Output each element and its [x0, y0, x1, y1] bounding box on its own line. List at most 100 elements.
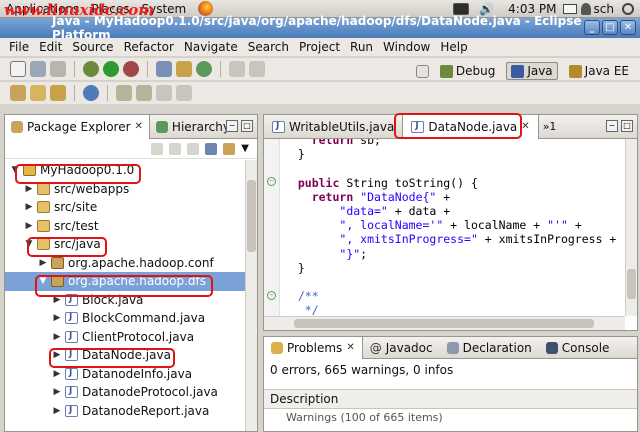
tree-item-datanode-java[interactable]: ▶ DataNode.java	[5, 346, 257, 365]
minimize-view-button[interactable]: −	[226, 120, 238, 132]
tree-item-datanodeprotocol-java[interactable]: ▶ DatanodeProtocol.java	[5, 383, 257, 402]
toggle-breadcrumb-icon[interactable]	[249, 61, 265, 77]
expand-toggle-icon[interactable]: ▶	[51, 350, 63, 360]
print-icon[interactable]	[50, 61, 66, 77]
mail-icon[interactable]	[562, 3, 577, 14]
tree-item-org-apache-hadoop-dfs[interactable]: ▼ org.apache.hadoop.dfs	[5, 272, 257, 291]
expand-toggle-icon[interactable]: ▶	[51, 332, 63, 342]
tree-item-src-test[interactable]: ▶ src/test	[5, 217, 257, 236]
close-tab-icon[interactable]: ✕	[346, 342, 354, 353]
tab-writableutils-java[interactable]: WritableUtils.java	[264, 115, 402, 139]
code-line[interactable]: */	[284, 303, 319, 316]
editor-horizontal-scrollbar[interactable]	[264, 316, 625, 330]
code-line[interactable]: "}";	[284, 247, 367, 261]
expand-toggle-icon[interactable]: ▶	[51, 295, 63, 305]
toggle-mark-icon[interactable]	[229, 61, 245, 77]
link-with-editor-icon[interactable]	[223, 142, 236, 155]
fold-icon[interactable]: −	[267, 177, 276, 186]
perspective-debug[interactable]: Debug	[435, 62, 500, 80]
tree-item-blockcommand-java[interactable]: ▶ BlockCommand.java	[5, 309, 257, 328]
forward-icon[interactable]	[176, 85, 192, 101]
problems-row[interactable]: Warnings (100 of 665 items)	[264, 409, 637, 426]
expand-toggle-icon[interactable]: ▶	[37, 258, 49, 268]
code-line[interactable]: ", xmitsInProgress=" + xmitsInProgress +	[284, 232, 616, 246]
menu-help[interactable]: Help	[435, 40, 472, 54]
fold-icon[interactable]: −	[267, 291, 276, 300]
minimize-button[interactable]: _	[584, 20, 600, 35]
more-tabs-button[interactable]: »1	[539, 120, 557, 133]
close-window-button[interactable]: ✕	[620, 20, 636, 35]
back-nav-icon[interactable]	[151, 142, 164, 155]
expand-toggle-icon[interactable]: ▶	[51, 387, 63, 397]
close-tab-icon[interactable]: ✕	[521, 121, 529, 132]
code-line[interactable]: }	[284, 147, 305, 161]
tree-item-org-apache-hadoop-conf[interactable]: ▶ org.apache.hadoop.conf	[5, 254, 257, 273]
window-titlebar[interactable]: Java - MyHadoop0.1.0/src/java/org/apache…	[0, 14, 640, 42]
menu-file[interactable]: File	[4, 40, 34, 54]
expand-toggle-icon[interactable]: ▼	[23, 239, 35, 249]
tree-item-src-webapps[interactable]: ▶ src/webapps	[5, 180, 257, 199]
back-icon[interactable]	[156, 85, 172, 101]
tab-problems[interactable]: Problems ✕	[264, 336, 363, 359]
code-line[interactable]: return sb;	[284, 139, 381, 147]
code-line[interactable]: "data=" + data +	[284, 204, 450, 218]
description-column-header[interactable]: Description	[264, 389, 637, 409]
terminal-icon[interactable]	[453, 2, 470, 15]
new-package-icon[interactable]	[176, 61, 192, 77]
expand-toggle-icon[interactable]: ▶	[51, 313, 63, 323]
external-tools-icon[interactable]	[123, 61, 139, 77]
menu-run[interactable]: Run	[345, 40, 378, 54]
up-nav-icon[interactable]	[187, 142, 200, 155]
expand-toggle-icon[interactable]: ▶	[51, 369, 63, 379]
perspective-java[interactable]: Java	[506, 62, 558, 80]
menu-refactor[interactable]: Refactor	[119, 40, 179, 54]
tab-declaration[interactable]: Declaration	[440, 337, 539, 359]
tree-item-block-java[interactable]: ▶ Block.java	[5, 291, 257, 310]
debug-icon[interactable]	[83, 61, 99, 77]
menu-edit[interactable]: Edit	[34, 40, 67, 54]
expand-toggle-icon[interactable]: ▼	[37, 276, 49, 286]
maximize-button[interactable]: □	[602, 20, 618, 35]
maximize-editor-button[interactable]: □	[621, 120, 633, 132]
code-area[interactable]: − − return sb; } public String toString(…	[264, 139, 625, 316]
tab-package-explorer[interactable]: Package Explorer ✕	[5, 114, 150, 139]
run-icon[interactable]	[103, 61, 119, 77]
scrollbar-thumb[interactable]	[247, 180, 256, 252]
code-line[interactable]: ", localName='" + localName + "'" +	[284, 218, 581, 232]
tab-javadoc[interactable]: @ Javadoc	[363, 337, 440, 359]
scrollbar-thumb[interactable]	[627, 269, 636, 299]
tab-hierarchy[interactable]: Hierarchy	[150, 115, 236, 139]
menu-project[interactable]: Project	[294, 40, 345, 54]
tree-item-clientprotocol-java[interactable]: ▶ ClientProtocol.java	[5, 328, 257, 347]
expand-toggle-icon[interactable]: ▼	[9, 165, 21, 175]
maximize-view-button[interactable]: □	[241, 120, 253, 132]
code-line[interactable]: return "DataNode{" +	[284, 190, 451, 204]
tree-item-src-java[interactable]: ▼ src/java	[5, 235, 257, 254]
menu-search[interactable]: Search	[243, 40, 294, 54]
tree-item-datanodereport-java[interactable]: ▶ DatanodeReport.java	[5, 402, 257, 421]
menu-source[interactable]: Source	[67, 40, 118, 54]
code-line[interactable]: }	[284, 261, 305, 275]
menu-window[interactable]: Window	[378, 40, 435, 54]
next-annotation-icon[interactable]	[116, 85, 132, 101]
open-folder-icon[interactable]	[30, 85, 46, 101]
tab-console[interactable]: Console	[539, 337, 617, 359]
new-icon[interactable]	[10, 61, 26, 77]
save-icon[interactable]	[30, 61, 46, 77]
scrollbar-thumb[interactable]	[294, 319, 594, 328]
perspective-java-ee[interactable]: Java EE	[564, 62, 634, 80]
code-line[interactable]: /**	[284, 289, 319, 303]
code-line[interactable]: public String toString() {	[284, 176, 478, 190]
new-class-icon[interactable]	[196, 61, 212, 77]
globe-icon[interactable]	[83, 85, 99, 101]
new-java-project-icon[interactable]	[156, 61, 172, 77]
expand-toggle-icon[interactable]: ▶	[23, 221, 35, 231]
open-type-icon[interactable]	[10, 85, 26, 101]
expand-toggle-icon[interactable]: ▶	[23, 184, 35, 194]
previous-annotation-icon[interactable]	[136, 85, 152, 101]
open-task-icon[interactable]	[50, 85, 66, 101]
package-explorer-scrollbar[interactable]	[245, 160, 257, 431]
tree-item-src-site[interactable]: ▶ src/site	[5, 198, 257, 217]
tree-item-project[interactable]: ▼ MyHadoop0.1.0	[5, 161, 257, 180]
power-icon[interactable]	[622, 2, 634, 15]
